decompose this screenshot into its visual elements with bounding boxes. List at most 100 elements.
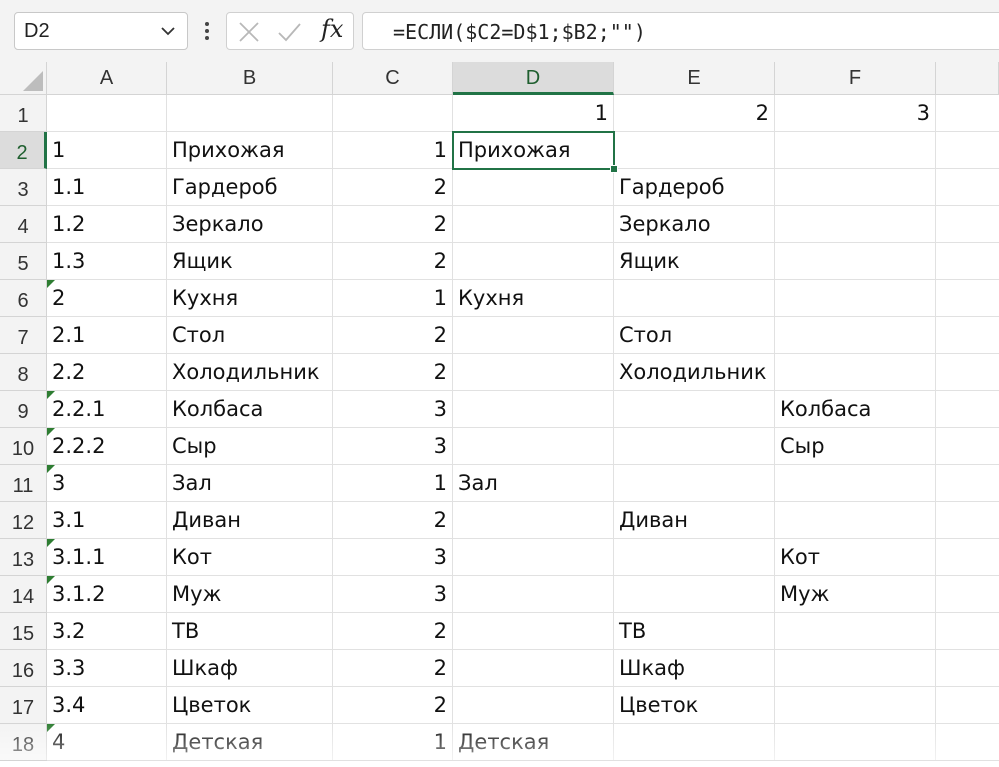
cell-b12[interactable]: Диван <box>167 502 333 539</box>
cell-a8[interactable]: 2.2 <box>47 354 167 391</box>
name-box[interactable]: D2 <box>14 12 188 50</box>
row-header-4[interactable]: 4 <box>0 206 47 243</box>
row-header-18[interactable]: 18 <box>0 724 47 761</box>
row-header-10[interactable]: 10 <box>0 428 47 465</box>
cell-b13[interactable]: Кот <box>167 539 333 576</box>
cell-d3[interactable] <box>453 169 614 206</box>
column-header-d[interactable]: D <box>453 62 614 95</box>
cell-f12[interactable] <box>775 502 936 539</box>
cell-e5[interactable]: Ящик <box>614 243 775 280</box>
row-header-11[interactable]: 11 <box>0 465 47 502</box>
cell-f8[interactable] <box>775 354 936 391</box>
cell-e7[interactable]: Стол <box>614 317 775 354</box>
cell-a2[interactable]: 1 <box>47 132 167 169</box>
cell-e4[interactable]: Зеркало <box>614 206 775 243</box>
cell-f16[interactable] <box>775 650 936 687</box>
cell-f1[interactable]: 3 <box>775 95 936 132</box>
cell-c3[interactable]: 2 <box>333 169 453 206</box>
cell-c14[interactable]: 3 <box>333 576 453 613</box>
cell-e11[interactable] <box>614 465 775 502</box>
select-all-button[interactable] <box>0 62 47 95</box>
cell-b7[interactable]: Стол <box>167 317 333 354</box>
cell-f4[interactable] <box>775 206 936 243</box>
cell-d16[interactable] <box>453 650 614 687</box>
cell-b3[interactable]: Гардероб <box>167 169 333 206</box>
row-header-1[interactable]: 1 <box>0 95 47 132</box>
cell-e3[interactable]: Гардероб <box>614 169 775 206</box>
cell-f9[interactable]: Колбаса <box>775 391 936 428</box>
cell-b14[interactable]: Муж <box>167 576 333 613</box>
cell-e16[interactable]: Шкаф <box>614 650 775 687</box>
row-header-15[interactable]: 15 <box>0 613 47 650</box>
cell-c5[interactable]: 2 <box>333 243 453 280</box>
cell-e14[interactable] <box>614 576 775 613</box>
cell-a17[interactable]: 3.4 <box>47 687 167 724</box>
cell-b15[interactable]: ТВ <box>167 613 333 650</box>
row-header-2[interactable]: 2 <box>0 132 47 169</box>
cancel-x-icon[interactable] <box>237 20 261 44</box>
cell-d18[interactable]: Детская <box>453 724 614 761</box>
cell-a11[interactable]: 3 <box>47 465 167 502</box>
cell-d4[interactable] <box>453 206 614 243</box>
enter-check-icon[interactable] <box>277 20 301 44</box>
cell-f17[interactable] <box>775 687 936 724</box>
cell-e10[interactable] <box>614 428 775 465</box>
cell-c4[interactable]: 2 <box>333 206 453 243</box>
formula-input[interactable]: =ЕСЛИ($C2=D$1;$B2;"") <box>362 12 999 50</box>
cell-d6[interactable]: Кухня <box>453 280 614 317</box>
cell-d1[interactable]: 1 <box>453 95 614 132</box>
row-header-12[interactable]: 12 <box>0 502 47 539</box>
cell-b9[interactable]: Колбаса <box>167 391 333 428</box>
cell-a15[interactable]: 3.2 <box>47 613 167 650</box>
cell-e18[interactable] <box>614 724 775 761</box>
cell-d10[interactable] <box>453 428 614 465</box>
cell-b2[interactable]: Прихожая <box>167 132 333 169</box>
row-header-16[interactable]: 16 <box>0 650 47 687</box>
cell-d15[interactable] <box>453 613 614 650</box>
chevron-down-icon[interactable] <box>157 20 179 42</box>
row-header-7[interactable]: 7 <box>0 317 47 354</box>
cell-c18[interactable]: 1 <box>333 724 453 761</box>
cell-e1[interactable]: 2 <box>614 95 775 132</box>
cell-c8[interactable]: 2 <box>333 354 453 391</box>
cell-a7[interactable]: 2.1 <box>47 317 167 354</box>
cell-d14[interactable] <box>453 576 614 613</box>
cell-b17[interactable]: Цветок <box>167 687 333 724</box>
cell-e6[interactable] <box>614 280 775 317</box>
cell-f3[interactable] <box>775 169 936 206</box>
more-vert-icon[interactable] <box>200 18 214 44</box>
cell-b10[interactable]: Сыр <box>167 428 333 465</box>
cell-d9[interactable] <box>453 391 614 428</box>
row-header-6[interactable]: 6 <box>0 280 47 317</box>
row-header-14[interactable]: 14 <box>0 576 47 613</box>
row-header-5[interactable]: 5 <box>0 243 47 280</box>
cell-c6[interactable]: 1 <box>333 280 453 317</box>
cell-c2[interactable]: 1 <box>333 132 453 169</box>
cell-a1[interactable] <box>47 95 167 132</box>
cell-c7[interactable]: 2 <box>333 317 453 354</box>
cell-c11[interactable]: 1 <box>333 465 453 502</box>
cell-b18[interactable]: Детская <box>167 724 333 761</box>
cell-f2[interactable] <box>775 132 936 169</box>
cell-e8[interactable]: Холодильник <box>614 354 775 391</box>
column-header-b[interactable]: B <box>167 62 333 95</box>
cell-d5[interactable] <box>453 243 614 280</box>
column-header-a[interactable]: A <box>47 62 167 95</box>
cell-f10[interactable]: Сыр <box>775 428 936 465</box>
column-header-c[interactable]: C <box>333 62 453 95</box>
cell-a5[interactable]: 1.3 <box>47 243 167 280</box>
cell-c12[interactable]: 2 <box>333 502 453 539</box>
row-header-8[interactable]: 8 <box>0 354 47 391</box>
cell-f5[interactable] <box>775 243 936 280</box>
row-header-9[interactable]: 9 <box>0 391 47 428</box>
column-header-e[interactable]: E <box>614 62 775 95</box>
cell-b11[interactable]: Зал <box>167 465 333 502</box>
cell-a9[interactable]: 2.2.1 <box>47 391 167 428</box>
cell-f15[interactable] <box>775 613 936 650</box>
cell-c1[interactable] <box>333 95 453 132</box>
cell-a6[interactable]: 2 <box>47 280 167 317</box>
cell-b8[interactable]: Холодильник <box>167 354 333 391</box>
cell-f11[interactable] <box>775 465 936 502</box>
cell-c15[interactable]: 2 <box>333 613 453 650</box>
cell-e2[interactable] <box>614 132 775 169</box>
